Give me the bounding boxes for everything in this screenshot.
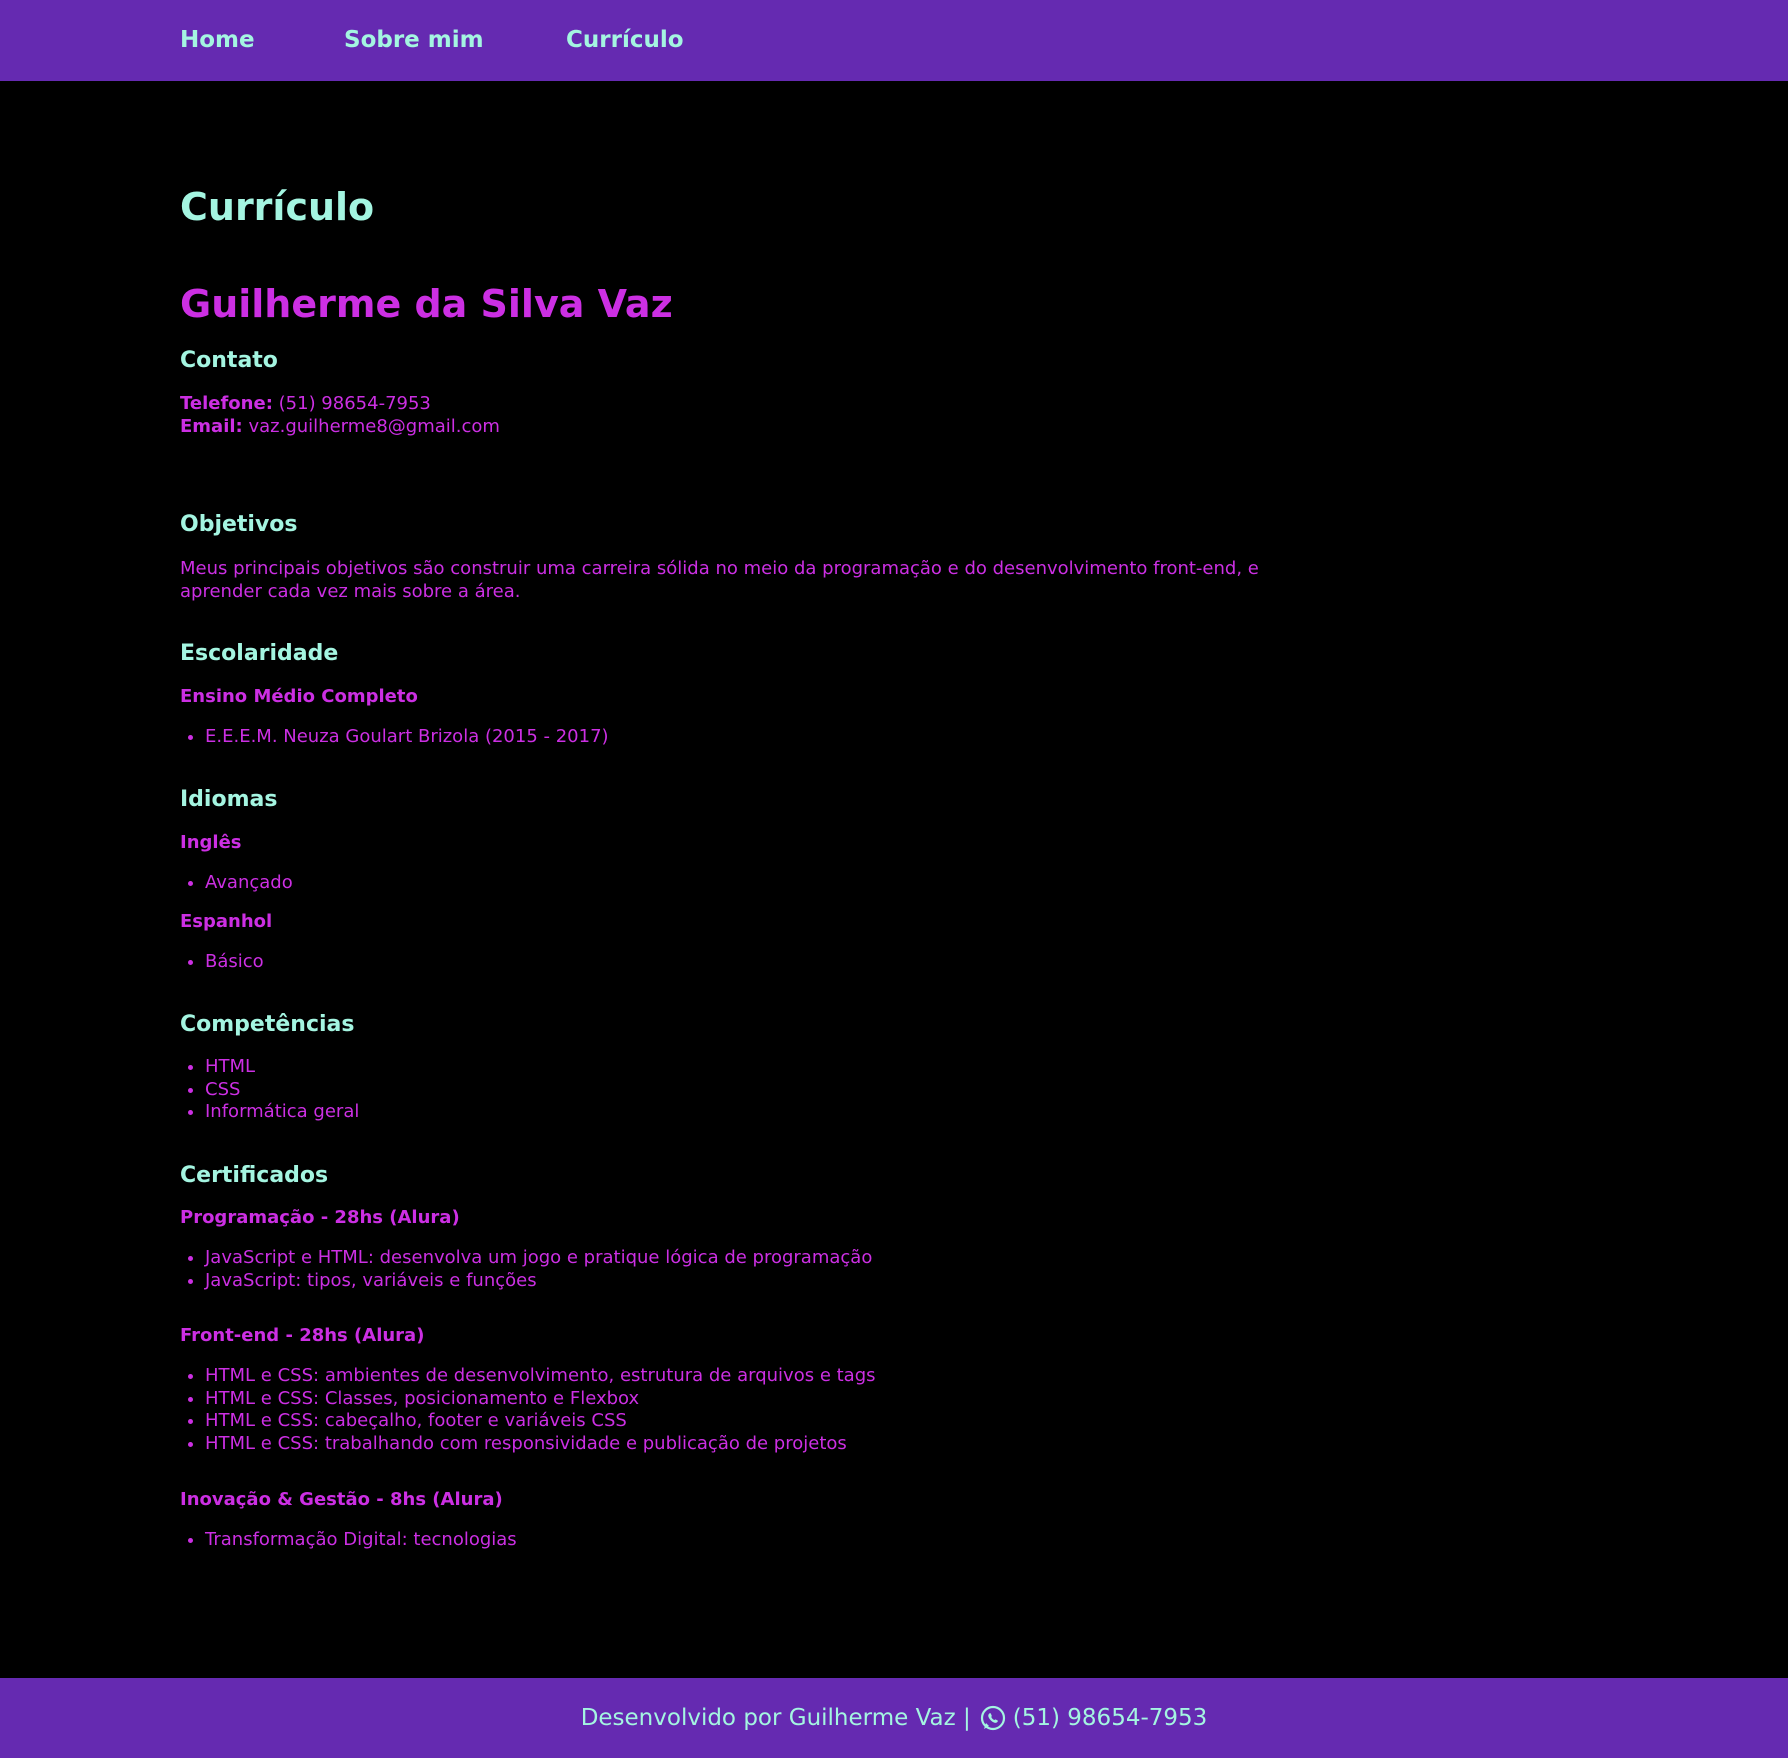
languages-heading: Idiomas	[180, 787, 278, 812]
list-item: CSS	[205, 1079, 359, 1102]
list-item: HTML	[205, 1056, 359, 1079]
certificate-group-title: Programação - 28hs (Alura)	[180, 1207, 460, 1228]
phone-label: Telefone:	[180, 393, 273, 414]
list-item: Avançado	[205, 872, 293, 895]
list-item: HTML e CSS: cabeçalho, footer e variávei…	[205, 1410, 876, 1433]
list-item: HTML e CSS: ambientes de desenvolvimento…	[205, 1365, 876, 1388]
list-item: HTML e CSS: Classes, posicionamento e Fl…	[205, 1388, 876, 1411]
language-spanish: Espanhol	[180, 911, 273, 932]
person-name: Guilherme da Silva Vaz	[180, 282, 673, 326]
nav-link-resume[interactable]: Currículo	[566, 24, 684, 57]
email-label: Email:	[180, 416, 243, 437]
footer-phone: (51) 98654-7953	[1012, 1705, 1208, 1731]
footer-content: Desenvolvido por Guilherme Vaz | (51) 98…	[0, 1678, 1788, 1758]
education-subheading: Ensino Médio Completo	[180, 686, 418, 707]
skills-list: HTML CSS Informática geral	[180, 1056, 359, 1124]
english-level-list: Avançado	[180, 872, 293, 895]
certificate-group-title: Inovação & Gestão - 8hs (Alura)	[180, 1489, 503, 1510]
nav-link-about[interactable]: Sobre mim	[344, 24, 484, 57]
list-item: Informática geral	[205, 1101, 359, 1124]
list-item: Básico	[205, 951, 264, 974]
certificates-heading: Certificados	[180, 1163, 329, 1188]
contact-heading: Contato	[180, 348, 278, 373]
list-item: HTML e CSS: trabalhando com responsivida…	[205, 1433, 876, 1456]
spanish-level-list: Básico	[180, 951, 264, 974]
education-heading: Escolaridade	[180, 641, 339, 666]
objectives-text: Meus principais objetivos são construir …	[180, 558, 1259, 602]
language-english: Inglês	[180, 832, 242, 853]
certificate-list: JavaScript e HTML: desenvolva um jogo e …	[180, 1247, 872, 1292]
email-line: Email: vaz.guilherme8@gmail.com	[180, 416, 500, 438]
list-item: JavaScript: tipos, variáveis e funções	[205, 1270, 872, 1293]
phone-value: (51) 98654-7953	[278, 393, 431, 414]
phone-line: Telefone: (51) 98654-7953	[180, 393, 431, 415]
whatsapp-icon[interactable]	[979, 1704, 1007, 1732]
list-item: E.E.E.M. Neuza Goulart Brizola (2015 - 2…	[205, 726, 609, 749]
email-value: vaz.guilherme8@gmail.com	[248, 416, 500, 437]
objectives-heading: Objetivos	[180, 512, 298, 537]
certificate-list: Transformação Digital: tecnologias	[180, 1529, 517, 1552]
page-title: Currículo	[180, 185, 375, 229]
certificate-list: HTML e CSS: ambientes de desenvolvimento…	[180, 1365, 876, 1455]
education-list: E.E.E.M. Neuza Goulart Brizola (2015 - 2…	[180, 726, 609, 749]
nav-link-home[interactable]: Home	[180, 24, 255, 57]
list-item: JavaScript e HTML: desenvolva um jogo e …	[205, 1247, 872, 1270]
page-footer: Desenvolvido por Guilherme Vaz | (51) 98…	[0, 1678, 1788, 1758]
footer-credit: Desenvolvido por Guilherme Vaz |	[580, 1705, 971, 1731]
top-navigation: Home Sobre mim Currículo	[0, 0, 1788, 81]
skills-heading: Competências	[180, 1012, 355, 1037]
certificate-group-title: Front-end - 28hs (Alura)	[180, 1325, 425, 1346]
list-item: Transformação Digital: tecnologias	[205, 1529, 517, 1552]
